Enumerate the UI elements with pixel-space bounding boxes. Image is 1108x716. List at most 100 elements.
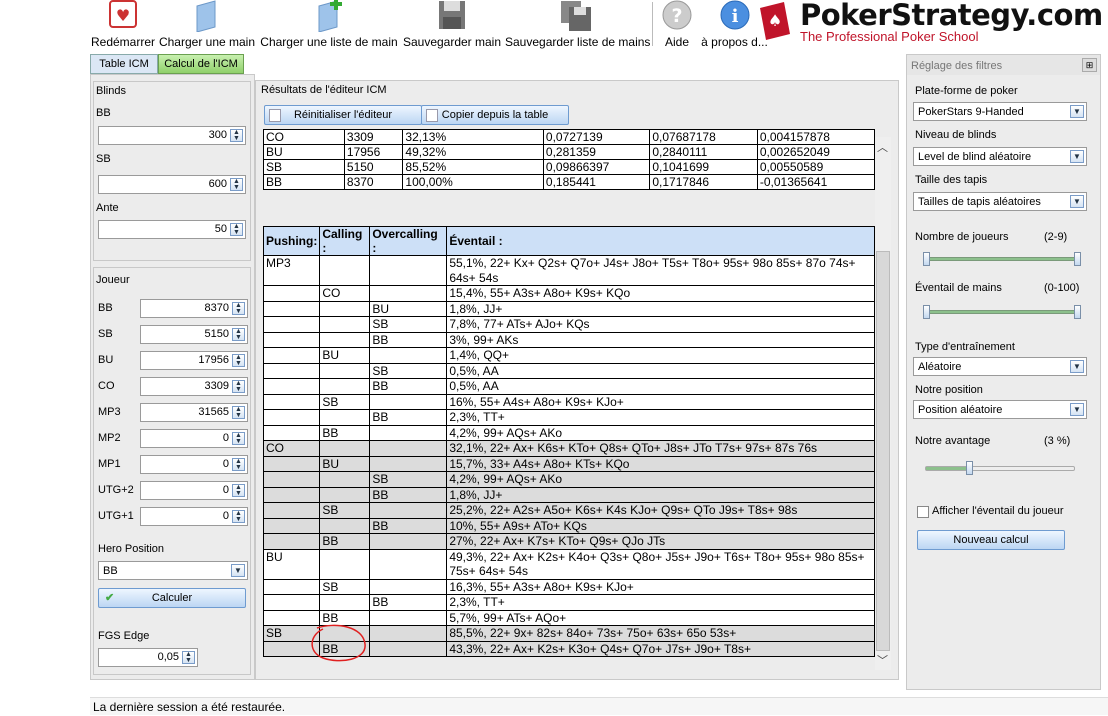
players-min-thumb[interactable]: [923, 252, 930, 266]
platform-select[interactable]: PokerStars 9-Handed ▼: [913, 102, 1087, 121]
players-max-thumb[interactable]: [1074, 252, 1081, 266]
player-stack-input[interactable]: 31565 ▲ ▼: [140, 403, 248, 422]
save-hand-button[interactable]: Sauvegarder main: [402, 0, 502, 52]
range-cell: BB: [319, 424, 371, 441]
spinner-icon[interactable]: ▲ ▼: [230, 223, 243, 236]
table-row: CO 3309 32,13% 0,0727139 0,07687178 0,0041578…: [263, 129, 876, 145]
save-hand-label: Sauvegarder main: [402, 35, 502, 49]
platform-label: Plate-forme de poker: [915, 85, 1018, 97]
fgs-edge-input[interactable]: 0,05 ▲ ▼: [98, 648, 198, 667]
hand-range-slider[interactable]: [925, 310, 1077, 314]
range-row: BU 1,8%, JJ+: [262, 300, 875, 317]
range-cell: [319, 316, 371, 333]
player-stack-input[interactable]: 8370 ▲ ▼: [140, 299, 248, 318]
range-row: SB 4,2%, 99+ AQs+ AKo: [262, 471, 875, 488]
load-hand-list-button[interactable]: Charger une liste de main: [260, 0, 398, 52]
copy-from-table-button[interactable]: Copier depuis la table: [421, 105, 569, 125]
range-cell: [369, 393, 448, 410]
player-label: CO: [98, 380, 115, 392]
player-stack-input[interactable]: 3309 ▲ ▼: [140, 377, 248, 396]
restart-button[interactable]: ♥ Redémarrer: [90, 0, 156, 52]
spinner-icon[interactable]: ▲ ▼: [230, 129, 243, 142]
pin-icon[interactable]: ⊞: [1082, 58, 1097, 72]
show-range-label: Afficher l'éventail du joueur: [932, 505, 1064, 517]
players-count-slider[interactable]: [925, 257, 1077, 261]
range-row: SB 25,2%, 22+ A2s+ A5o+ K6s+ K4s KJo+ Q9s…: [262, 502, 875, 519]
player-stack-input[interactable]: 0 ▲ ▼: [140, 429, 248, 448]
show-range-checkbox[interactable]: [917, 506, 929, 518]
ante-input[interactable]: 50 ▲ ▼: [98, 220, 246, 239]
range-cell: 10%, 55+ A9s+ ATo+ KQs: [446, 517, 875, 534]
hand-range-min-thumb[interactable]: [923, 305, 930, 319]
table-cell: 3309: [343, 129, 404, 145]
table-cell: 0,2840111: [649, 144, 758, 160]
svg-text:♠: ♠: [768, 11, 782, 30]
bb-blind-value: 300: [208, 129, 227, 141]
tab-icm-table[interactable]: Table ICM: [90, 54, 158, 74]
sb-blind-input[interactable]: 600 ▲ ▼: [98, 175, 246, 194]
stack-size-select[interactable]: Tailles de tapis aléatoires ▼: [913, 192, 1087, 211]
range-cell: [369, 347, 448, 364]
range-cell: [262, 486, 321, 503]
player-stack-input[interactable]: 0 ▲ ▼: [140, 507, 248, 526]
range-cell: [369, 455, 448, 472]
range-cell: [262, 517, 321, 534]
range-cell: 43,3%, 22+ Ax+ K2s+ K3o+ Q4s+ Q7o+ J7s+ …: [446, 640, 875, 657]
range-cell: BB: [369, 378, 448, 395]
player-stack-input[interactable]: 5150 ▲ ▼: [140, 325, 248, 344]
spinner-icon[interactable]: ▲ ▼: [232, 484, 245, 497]
training-type-select[interactable]: Aléatoire ▼: [913, 357, 1087, 376]
spinner-icon[interactable]: ▲ ▼: [232, 328, 245, 341]
bb-label: BB: [96, 107, 111, 119]
spinner-icon[interactable]: ▲ ▼: [232, 458, 245, 471]
header-calling: Calling :: [319, 226, 371, 256]
spinner-icon[interactable]: ▲ ▼: [232, 406, 245, 419]
annotation-circle: [311, 624, 366, 662]
range-cell: 2,3%, TT+: [446, 594, 875, 611]
table-cell: 100,00%: [402, 174, 544, 190]
reset-editor-button[interactable]: Réinitialiser l'éditeur: [264, 105, 422, 125]
player-stack-input[interactable]: 0 ▲ ▼: [140, 455, 248, 474]
svg-text:♥: ♥: [116, 6, 130, 25]
edge-slider[interactable]: [925, 466, 1075, 471]
blind-level-select[interactable]: Level de blind aléatoire ▼: [913, 147, 1087, 166]
document-icon: [426, 109, 438, 122]
spinner-icon[interactable]: ▲ ▼: [232, 510, 245, 523]
results-scrollbar[interactable]: ︿ ﹀: [875, 137, 891, 670]
calculate-button[interactable]: ✔ Calculer: [98, 588, 246, 608]
new-calculation-button[interactable]: Nouveau calcul: [917, 530, 1065, 550]
bb-blind-input[interactable]: 300 ▲ ▼: [98, 126, 246, 145]
player-stack-input[interactable]: 0 ▲ ▼: [140, 481, 248, 500]
save-hand-list-button[interactable]: Sauvegarder liste de mains: [505, 0, 650, 52]
our-position-select[interactable]: Position aléatoire ▼: [913, 400, 1087, 419]
chevron-down-icon[interactable]: ﹀: [877, 652, 888, 668]
range-cell: [319, 440, 371, 457]
range-cell: [319, 486, 371, 503]
table-cell: 0,09866397: [542, 159, 651, 175]
spinner-icon[interactable]: ▲ ▼: [232, 380, 245, 393]
load-hand-button[interactable]: Charger une main: [158, 0, 256, 52]
spinner-icon[interactable]: ▲ ▼: [232, 354, 245, 367]
edge-thumb[interactable]: [966, 461, 973, 475]
range-cell: 2,3%, TT+: [446, 409, 875, 426]
range-cell: [369, 285, 448, 302]
player-stack-input[interactable]: 17956 ▲ ▼: [140, 351, 248, 370]
range-cell: BB: [369, 331, 448, 348]
logo-mark-icon: ♠: [760, 2, 790, 40]
range-row: BB 10%, 55+ A9s+ ATo+ KQs: [262, 517, 875, 534]
help-button[interactable]: ? Aide: [660, 0, 694, 52]
chevron-up-icon[interactable]: ︿: [877, 139, 888, 155]
floppy-icon: [439, 1, 465, 29]
scrollbar-thumb[interactable]: [876, 251, 890, 651]
tab-icm-calc[interactable]: Calcul de l'ICM: [158, 54, 244, 74]
hero-position-select[interactable]: BB ▼: [98, 561, 248, 580]
player-label: MP3: [98, 406, 121, 418]
spinner-icon[interactable]: ▲ ▼: [232, 432, 245, 445]
spinner-icon[interactable]: ▲ ▼: [230, 178, 243, 191]
fgs-edge-value: 0,05: [157, 651, 179, 663]
hand-range-max-thumb[interactable]: [1074, 305, 1081, 319]
spinner-icon[interactable]: ▲ ▼: [232, 302, 245, 315]
table-cell: 0,1041699: [649, 159, 758, 175]
range-cell: SB: [319, 502, 371, 519]
spinner-icon[interactable]: ▲ ▼: [182, 651, 195, 664]
